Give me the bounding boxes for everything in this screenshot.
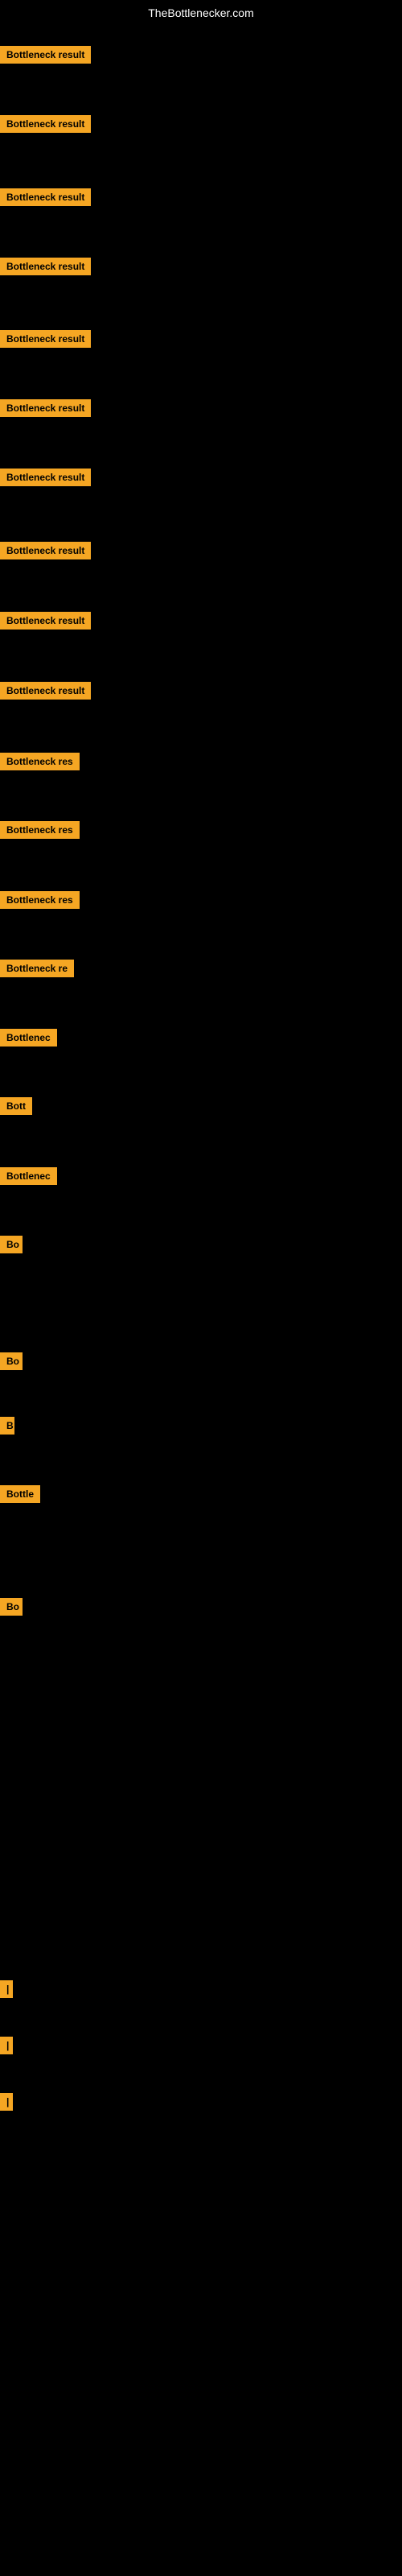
bottleneck-badge-23: | xyxy=(0,1980,13,1998)
bottleneck-badge-21: Bottle xyxy=(0,1485,40,1503)
bottleneck-badge-2: Bottleneck result xyxy=(0,115,91,133)
bottleneck-badge-3: Bottleneck result xyxy=(0,188,91,206)
bottleneck-badge-5: Bottleneck result xyxy=(0,330,91,348)
bottleneck-badge-15: Bottlenec xyxy=(0,1029,57,1046)
bottleneck-badge-9: Bottleneck result xyxy=(0,612,91,630)
bottleneck-badge-14: Bottleneck re xyxy=(0,960,74,977)
bottleneck-badge-8: Bottleneck result xyxy=(0,542,91,559)
bottleneck-badge-10: Bottleneck result xyxy=(0,682,91,700)
bottleneck-badge-1: Bottleneck result xyxy=(0,46,91,64)
bottleneck-badge-4: Bottleneck result xyxy=(0,258,91,275)
bottleneck-badge-22: Bo xyxy=(0,1598,23,1616)
bottleneck-badge-25: | xyxy=(0,2093,13,2111)
bottleneck-badge-19: Bo xyxy=(0,1352,23,1370)
page-wrapper: TheBottlenecker.com Bottleneck result Bot… xyxy=(0,0,402,2576)
site-title: TheBottlenecker.com xyxy=(0,0,402,26)
bottleneck-badge-7: Bottleneck result xyxy=(0,469,91,486)
bottleneck-badge-12: Bottleneck res xyxy=(0,821,80,839)
bottleneck-badge-20: B xyxy=(0,1417,14,1435)
bottleneck-badge-24: | xyxy=(0,2037,13,2054)
bottleneck-badge-13: Bottleneck res xyxy=(0,891,80,909)
bottleneck-badge-17: Bottlenec xyxy=(0,1167,57,1185)
bottleneck-badge-11: Bottleneck res xyxy=(0,753,80,770)
bottleneck-badge-6: Bottleneck result xyxy=(0,399,91,417)
bottleneck-badge-18: Bo xyxy=(0,1236,23,1253)
bottleneck-badge-16: Bott xyxy=(0,1097,32,1115)
